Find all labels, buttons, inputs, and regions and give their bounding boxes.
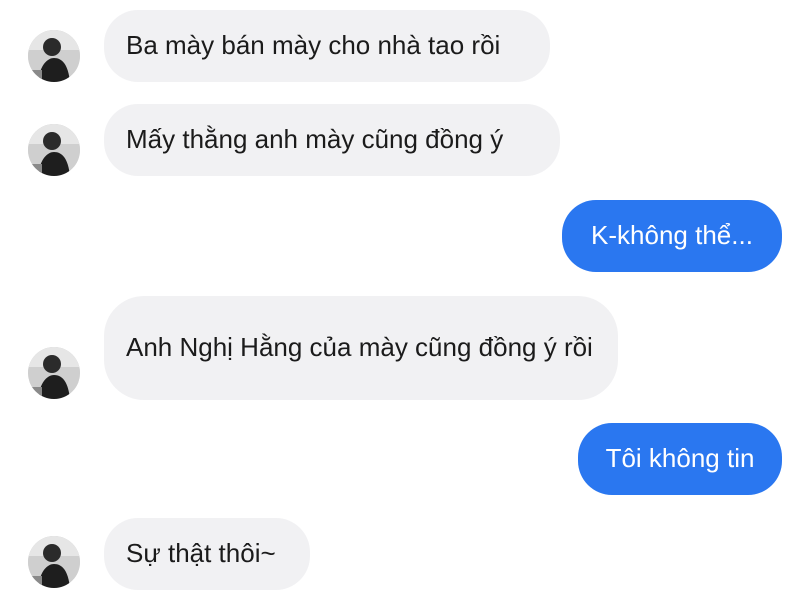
avatar-photo-icon [28,124,80,176]
message-text: Anh Nghị Hằng của mày cũng đồng ý rồi [126,332,593,363]
outgoing-message-bubble[interactable]: K-không thể... [562,200,782,272]
avatar-photo-icon [28,536,80,588]
avatar-photo-icon [28,347,80,399]
chat-thread: Ba mày bán mày cho nhà tao rồi Mấy thằng… [0,0,799,600]
message-text: Tôi không tin [605,443,755,474]
message-text: Sự thật thôi~ [126,538,276,569]
incoming-message-bubble[interactable]: Mấy thằng anh mày cũng đồng ý [104,104,560,176]
incoming-message-bubble[interactable]: Ba mày bán mày cho nhà tao rồi [104,10,550,82]
outgoing-message-bubble[interactable]: Tôi không tin [578,423,782,495]
contact-avatar[interactable] [28,124,80,176]
message-text: Mấy thằng anh mày cũng đồng ý [126,124,504,155]
contact-avatar[interactable] [28,347,80,399]
contact-avatar[interactable] [28,536,80,588]
message-text: Ba mày bán mày cho nhà tao rồi [126,30,501,61]
incoming-message-bubble[interactable]: Anh Nghị Hằng của mày cũng đồng ý rồi [104,296,618,400]
contact-avatar[interactable] [28,30,80,82]
message-text: K-không thể... [591,220,753,251]
avatar-photo-icon [28,30,80,82]
incoming-message-bubble[interactable]: Sự thật thôi~ [104,518,310,590]
